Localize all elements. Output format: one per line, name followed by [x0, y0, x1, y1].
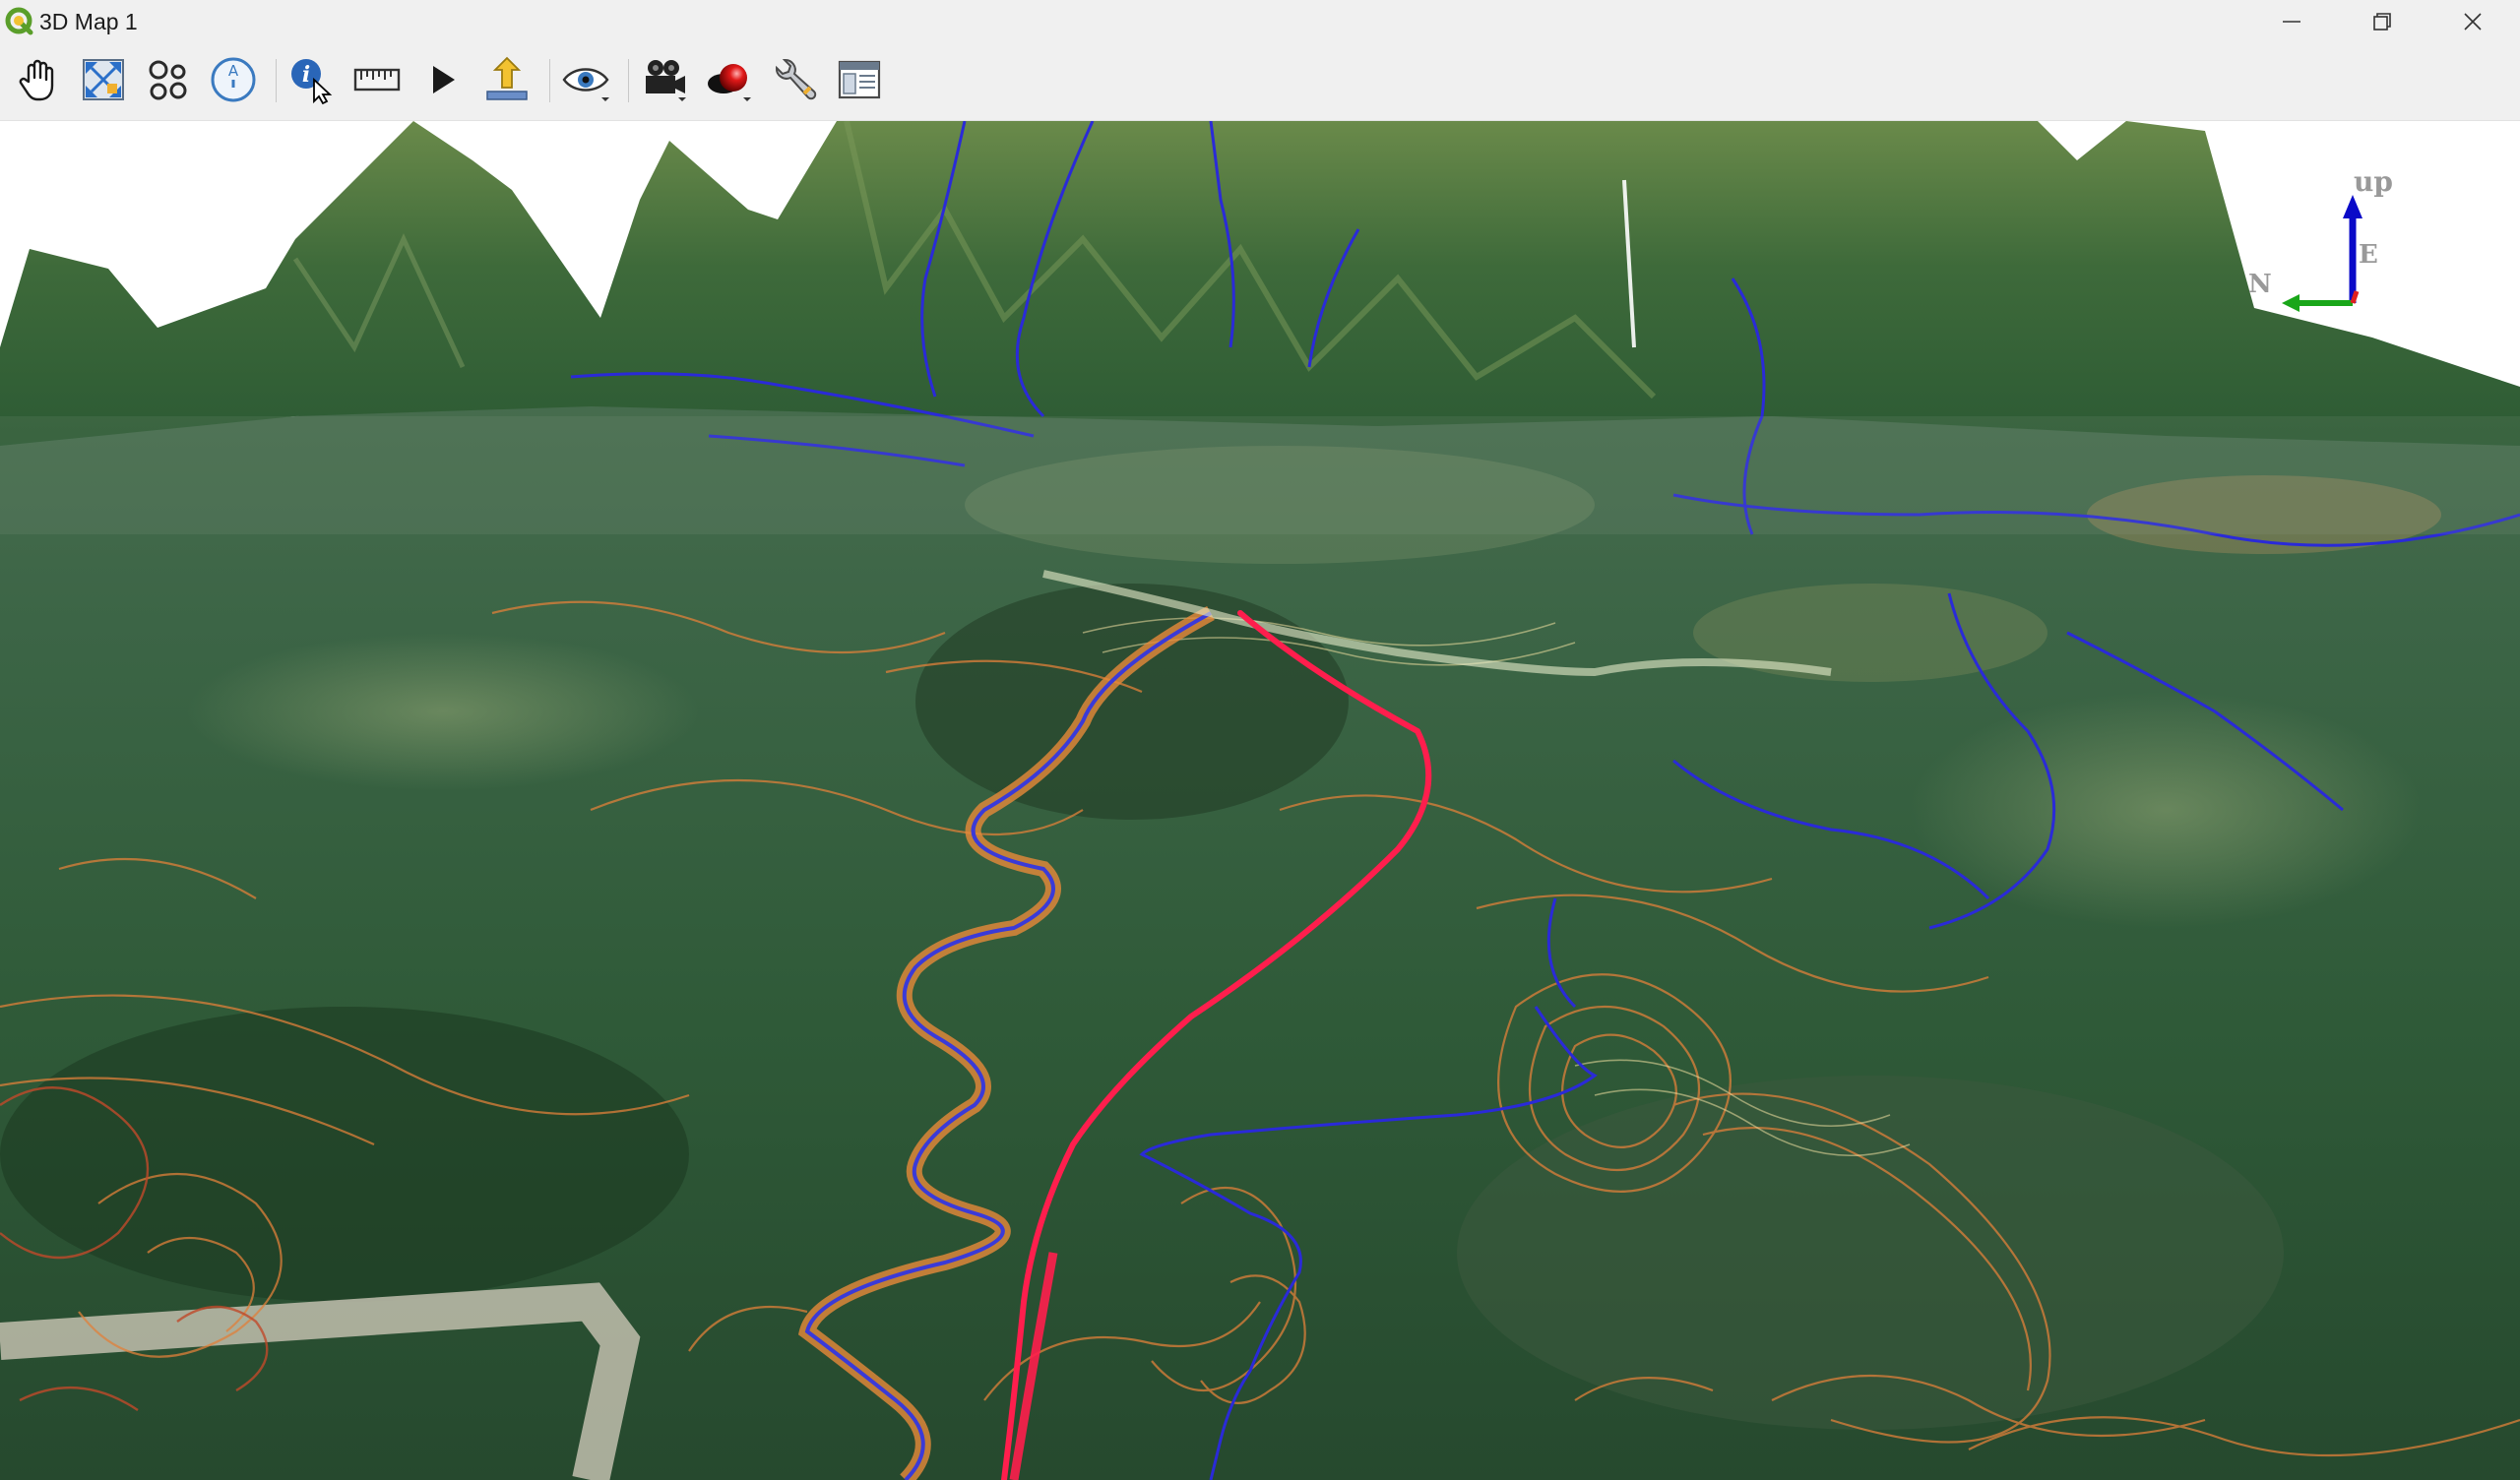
dock-window-icon — [838, 60, 881, 99]
camera-view-button[interactable] — [557, 51, 614, 108]
export-scene-button[interactable] — [478, 51, 536, 108]
navigation-axes-widget: up E N — [2235, 146, 2393, 333]
axis-east-label: E — [2359, 240, 2378, 270]
pan-camera-button[interactable] — [10, 51, 67, 108]
svg-text:A: A — [228, 62, 239, 80]
play-animation-button[interactable] — [413, 51, 471, 108]
window-title: 3D Map 1 — [39, 9, 138, 34]
toolbar-separator — [549, 59, 550, 102]
reset-north-button[interactable]: A — [205, 51, 262, 108]
play-icon — [433, 66, 455, 93]
video-camera-icon — [646, 60, 686, 101]
identify-icon: i — [291, 59, 333, 105]
zoom-full-icon — [83, 59, 124, 100]
axis-north-label: N — [2248, 270, 2272, 299]
orbit-camera-button[interactable] — [140, 51, 197, 108]
minimize-button[interactable] — [2246, 0, 2337, 43]
title-bar: 3D Map 1 — [0, 0, 2520, 43]
identify-button[interactable]: i — [284, 51, 341, 108]
export-arrow-icon — [486, 56, 528, 100]
configure-button[interactable] — [766, 51, 823, 108]
toolbar-separator — [628, 59, 629, 102]
close-button[interactable] — [2427, 0, 2518, 43]
3d-map-canvas[interactable]: up E N — [0, 121, 2520, 1480]
zoom-full-button[interactable] — [75, 51, 132, 108]
close-icon — [2464, 13, 2482, 31]
restore-icon — [2373, 13, 2391, 31]
qgis-logo-icon — [5, 7, 33, 35]
svg-text:i: i — [302, 62, 310, 88]
pan-hand-icon — [19, 59, 54, 101]
axis-up-label: up — [2354, 165, 2393, 198]
compass-north-icon: A — [211, 57, 256, 102]
eye-icon — [562, 68, 609, 101]
maximize-button[interactable] — [2337, 0, 2427, 43]
toolbar-separator — [276, 59, 277, 102]
measure-line-button[interactable] — [348, 51, 406, 108]
ruler-icon — [353, 68, 401, 92]
3d-map-toolbar: A i — [0, 43, 2520, 121]
wrench-icon — [775, 58, 817, 100]
orbit-camera-icon — [149, 60, 187, 100]
shaded-sphere-icon — [708, 64, 751, 101]
terrain-scene — [0, 121, 2520, 1480]
dock-window-button[interactable] — [831, 51, 888, 108]
record-animation-button[interactable] — [636, 51, 693, 108]
effects-button[interactable] — [701, 51, 758, 108]
minimize-icon — [2283, 21, 2300, 23]
